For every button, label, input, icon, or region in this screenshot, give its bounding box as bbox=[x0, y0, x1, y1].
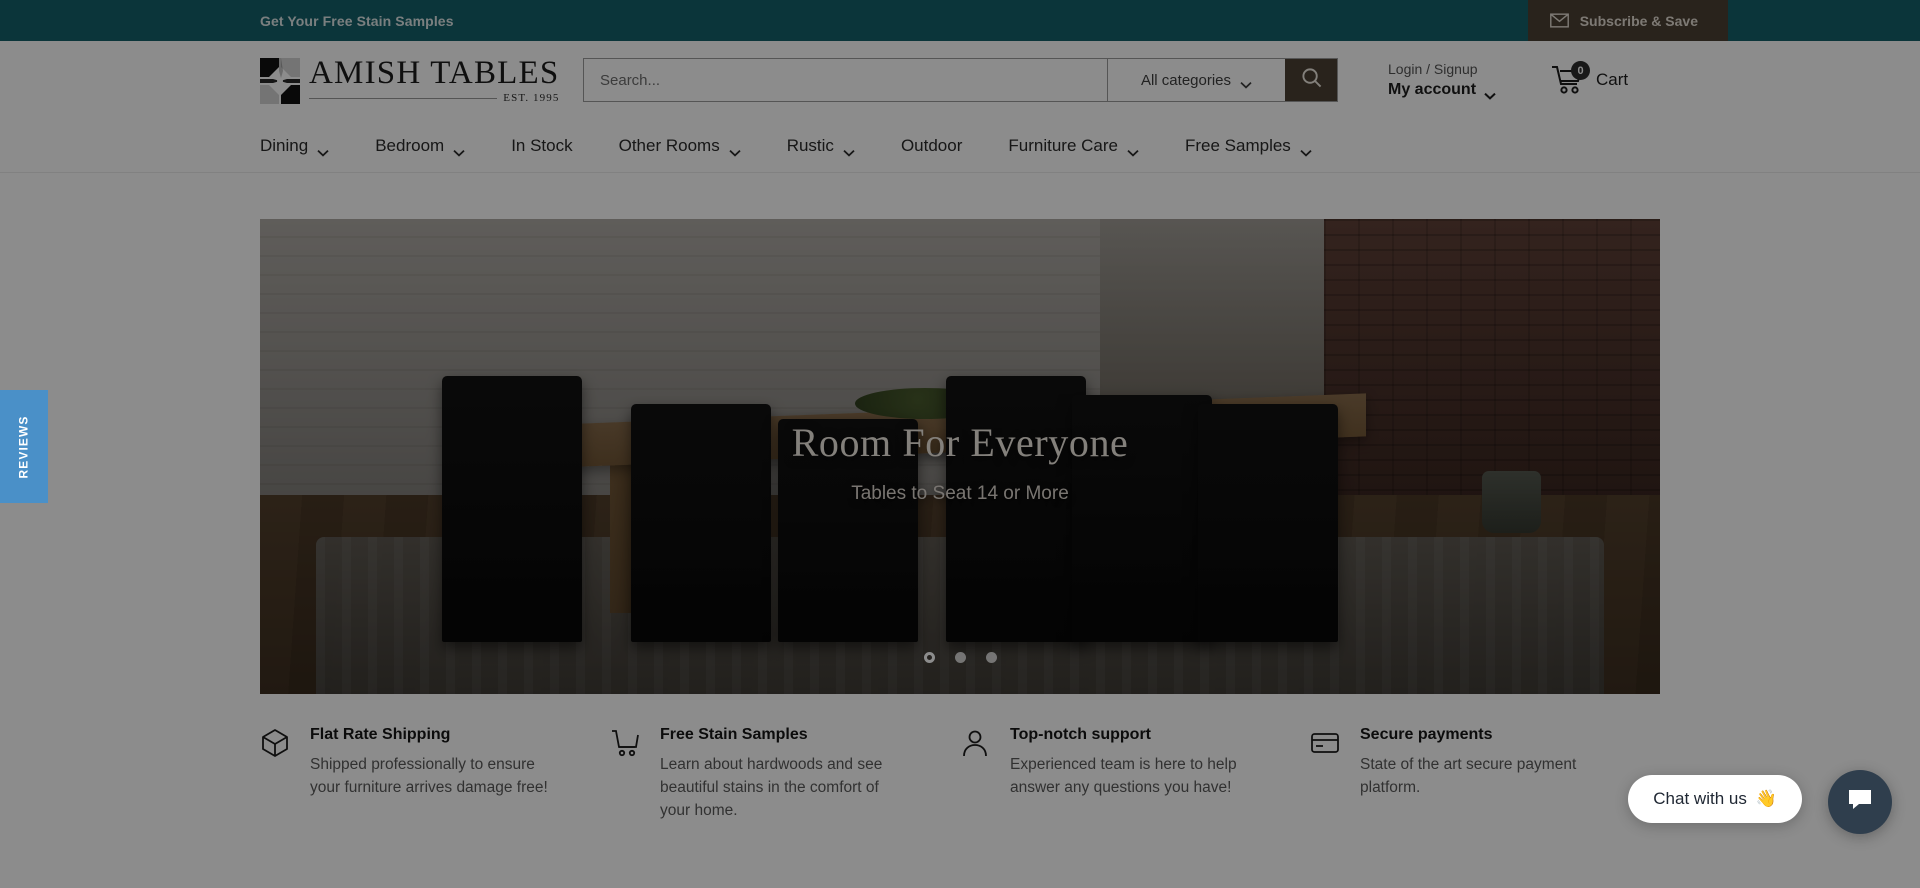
benefit-title: Flat Rate Shipping bbox=[310, 726, 451, 743]
shopping-cart-icon bbox=[610, 728, 640, 758]
chevron-down-icon bbox=[1240, 76, 1252, 89]
nav-item-label: Furniture Care bbox=[1008, 135, 1118, 155]
benefit-card: Flat Rate Shipping Shipped professionally… bbox=[260, 726, 610, 822]
cart-label: Cart bbox=[1596, 70, 1629, 89]
nav-item-dining[interactable]: Dining bbox=[260, 119, 352, 172]
nav-item-label: Bedroom bbox=[375, 135, 445, 155]
nav-item-furniture-care[interactable]: Furniture Care bbox=[985, 119, 1162, 172]
logo-divider bbox=[309, 97, 498, 99]
chevron-down-icon bbox=[1484, 85, 1496, 101]
search-icon bbox=[1301, 67, 1322, 93]
chat-prompt-bubble[interactable]: Chat with us 👋 bbox=[1628, 775, 1802, 823]
chevron-down-icon bbox=[1127, 142, 1139, 157]
nav-item-outdoor[interactable]: Outdoor bbox=[878, 119, 985, 172]
chevron-down-icon bbox=[317, 142, 329, 157]
cart-button[interactable]: 0 Cart bbox=[1551, 61, 1629, 95]
box-icon bbox=[260, 728, 290, 758]
nav-item-label: Free Samples bbox=[1184, 135, 1291, 155]
benefit-body: Experienced team is here to help answer … bbox=[1010, 756, 1237, 796]
nav-item-label: Rustic bbox=[786, 135, 834, 155]
hero-section: Room For Everyone Tables to Seat 14 or M… bbox=[0, 173, 1920, 694]
cart-count-badge: 0 bbox=[1571, 61, 1591, 80]
nav-item-label: Dining bbox=[260, 135, 309, 155]
chat-prompt-text: Chat with us bbox=[1653, 789, 1747, 808]
nav-item-rustic[interactable]: Rustic bbox=[764, 119, 878, 172]
announcement-bar: Get Your Free Stain Samples Subscribe & … bbox=[0, 0, 1920, 41]
nav-item-bedroom[interactable]: Bedroom bbox=[352, 119, 488, 172]
envelope-icon bbox=[1549, 13, 1569, 28]
my-account-label: My account bbox=[1388, 80, 1477, 98]
hero-carousel[interactable]: Room For Everyone Tables to Seat 14 or M… bbox=[260, 219, 1660, 694]
logo-established: EST. 1995 bbox=[503, 91, 560, 104]
nav-item-label: Outdoor bbox=[900, 135, 963, 155]
chevron-down-icon bbox=[1300, 142, 1312, 157]
nav-item-free-samples[interactable]: Free Samples bbox=[1162, 119, 1335, 172]
site-header: AMISH TABLES EST. 1995 All categories bbox=[0, 41, 1920, 119]
carousel-dot-3[interactable] bbox=[985, 652, 997, 663]
subscribe-label: Subscribe & Save bbox=[1579, 12, 1698, 29]
search-category-label: All categories bbox=[1140, 71, 1232, 89]
chat-launcher-button[interactable] bbox=[1828, 770, 1892, 834]
carousel-dot-1[interactable] bbox=[923, 652, 935, 663]
page-root: Get Your Free Stain Samples Subscribe & … bbox=[0, 0, 1920, 888]
free-stain-samples-link[interactable]: Get Your Free Stain Samples bbox=[260, 13, 454, 29]
chevron-down-icon bbox=[729, 142, 741, 157]
pinwheel-logo-icon bbox=[260, 57, 300, 104]
login-signup-label: Login / Signup bbox=[1388, 60, 1478, 77]
search-input[interactable] bbox=[584, 59, 1107, 101]
search-bar: All categories bbox=[583, 58, 1338, 102]
chevron-down-icon bbox=[843, 142, 855, 157]
waving-hand-icon: 👋 bbox=[1755, 789, 1777, 808]
benefit-body: Shipped professionally to ensure your fu… bbox=[310, 756, 548, 796]
user-icon bbox=[960, 728, 990, 758]
main-navigation: Dining Bedroom In Stock Other Rooms Rustic Ou… bbox=[0, 119, 1920, 173]
search-submit-button[interactable] bbox=[1285, 59, 1337, 101]
hero-subtitle: Tables to Seat 14 or More bbox=[851, 482, 1069, 504]
benefit-title: Secure payments bbox=[1360, 726, 1493, 743]
nav-item-other-rooms[interactable]: Other Rooms bbox=[596, 119, 764, 172]
nav-item-label: In Stock bbox=[511, 135, 573, 155]
search-category-select[interactable]: All categories bbox=[1107, 59, 1285, 101]
account-menu[interactable]: Login / Signup My account bbox=[1388, 60, 1496, 101]
logo-wordmark: AMISH TABLES bbox=[309, 54, 560, 91]
chevron-down-icon bbox=[453, 142, 465, 157]
benefit-card: Secure payments State of the art secure p… bbox=[1310, 726, 1660, 822]
nav-item-in-stock[interactable]: In Stock bbox=[488, 119, 595, 172]
benefit-title: Top-notch support bbox=[1010, 726, 1151, 743]
credit-card-icon bbox=[1310, 728, 1340, 758]
shopping-cart-icon: 0 bbox=[1551, 61, 1591, 95]
carousel-dots bbox=[260, 652, 1660, 663]
logo[interactable]: AMISH TABLES EST. 1995 bbox=[260, 54, 560, 104]
nav-item-label: Other Rooms bbox=[618, 135, 720, 155]
chat-bubble-icon bbox=[1847, 788, 1873, 817]
benefit-body: Learn about hardwoods and see beautiful … bbox=[660, 756, 883, 819]
reviews-side-tab[interactable]: REVIEWS bbox=[0, 390, 48, 503]
reviews-tab-label: REVIEWS bbox=[17, 414, 32, 479]
hero-title: Room For Everyone bbox=[791, 419, 1129, 465]
benefit-title: Free Stain Samples bbox=[660, 726, 808, 743]
benefit-body: State of the art secure payment platform… bbox=[1360, 756, 1577, 796]
benefit-card: Free Stain Samples Learn about hardwoods … bbox=[610, 726, 960, 822]
carousel-dot-2[interactable] bbox=[954, 652, 966, 663]
benefit-card: Top-notch support Experienced team is her… bbox=[960, 726, 1310, 822]
subscribe-and-save-button[interactable]: Subscribe & Save bbox=[1527, 0, 1728, 41]
